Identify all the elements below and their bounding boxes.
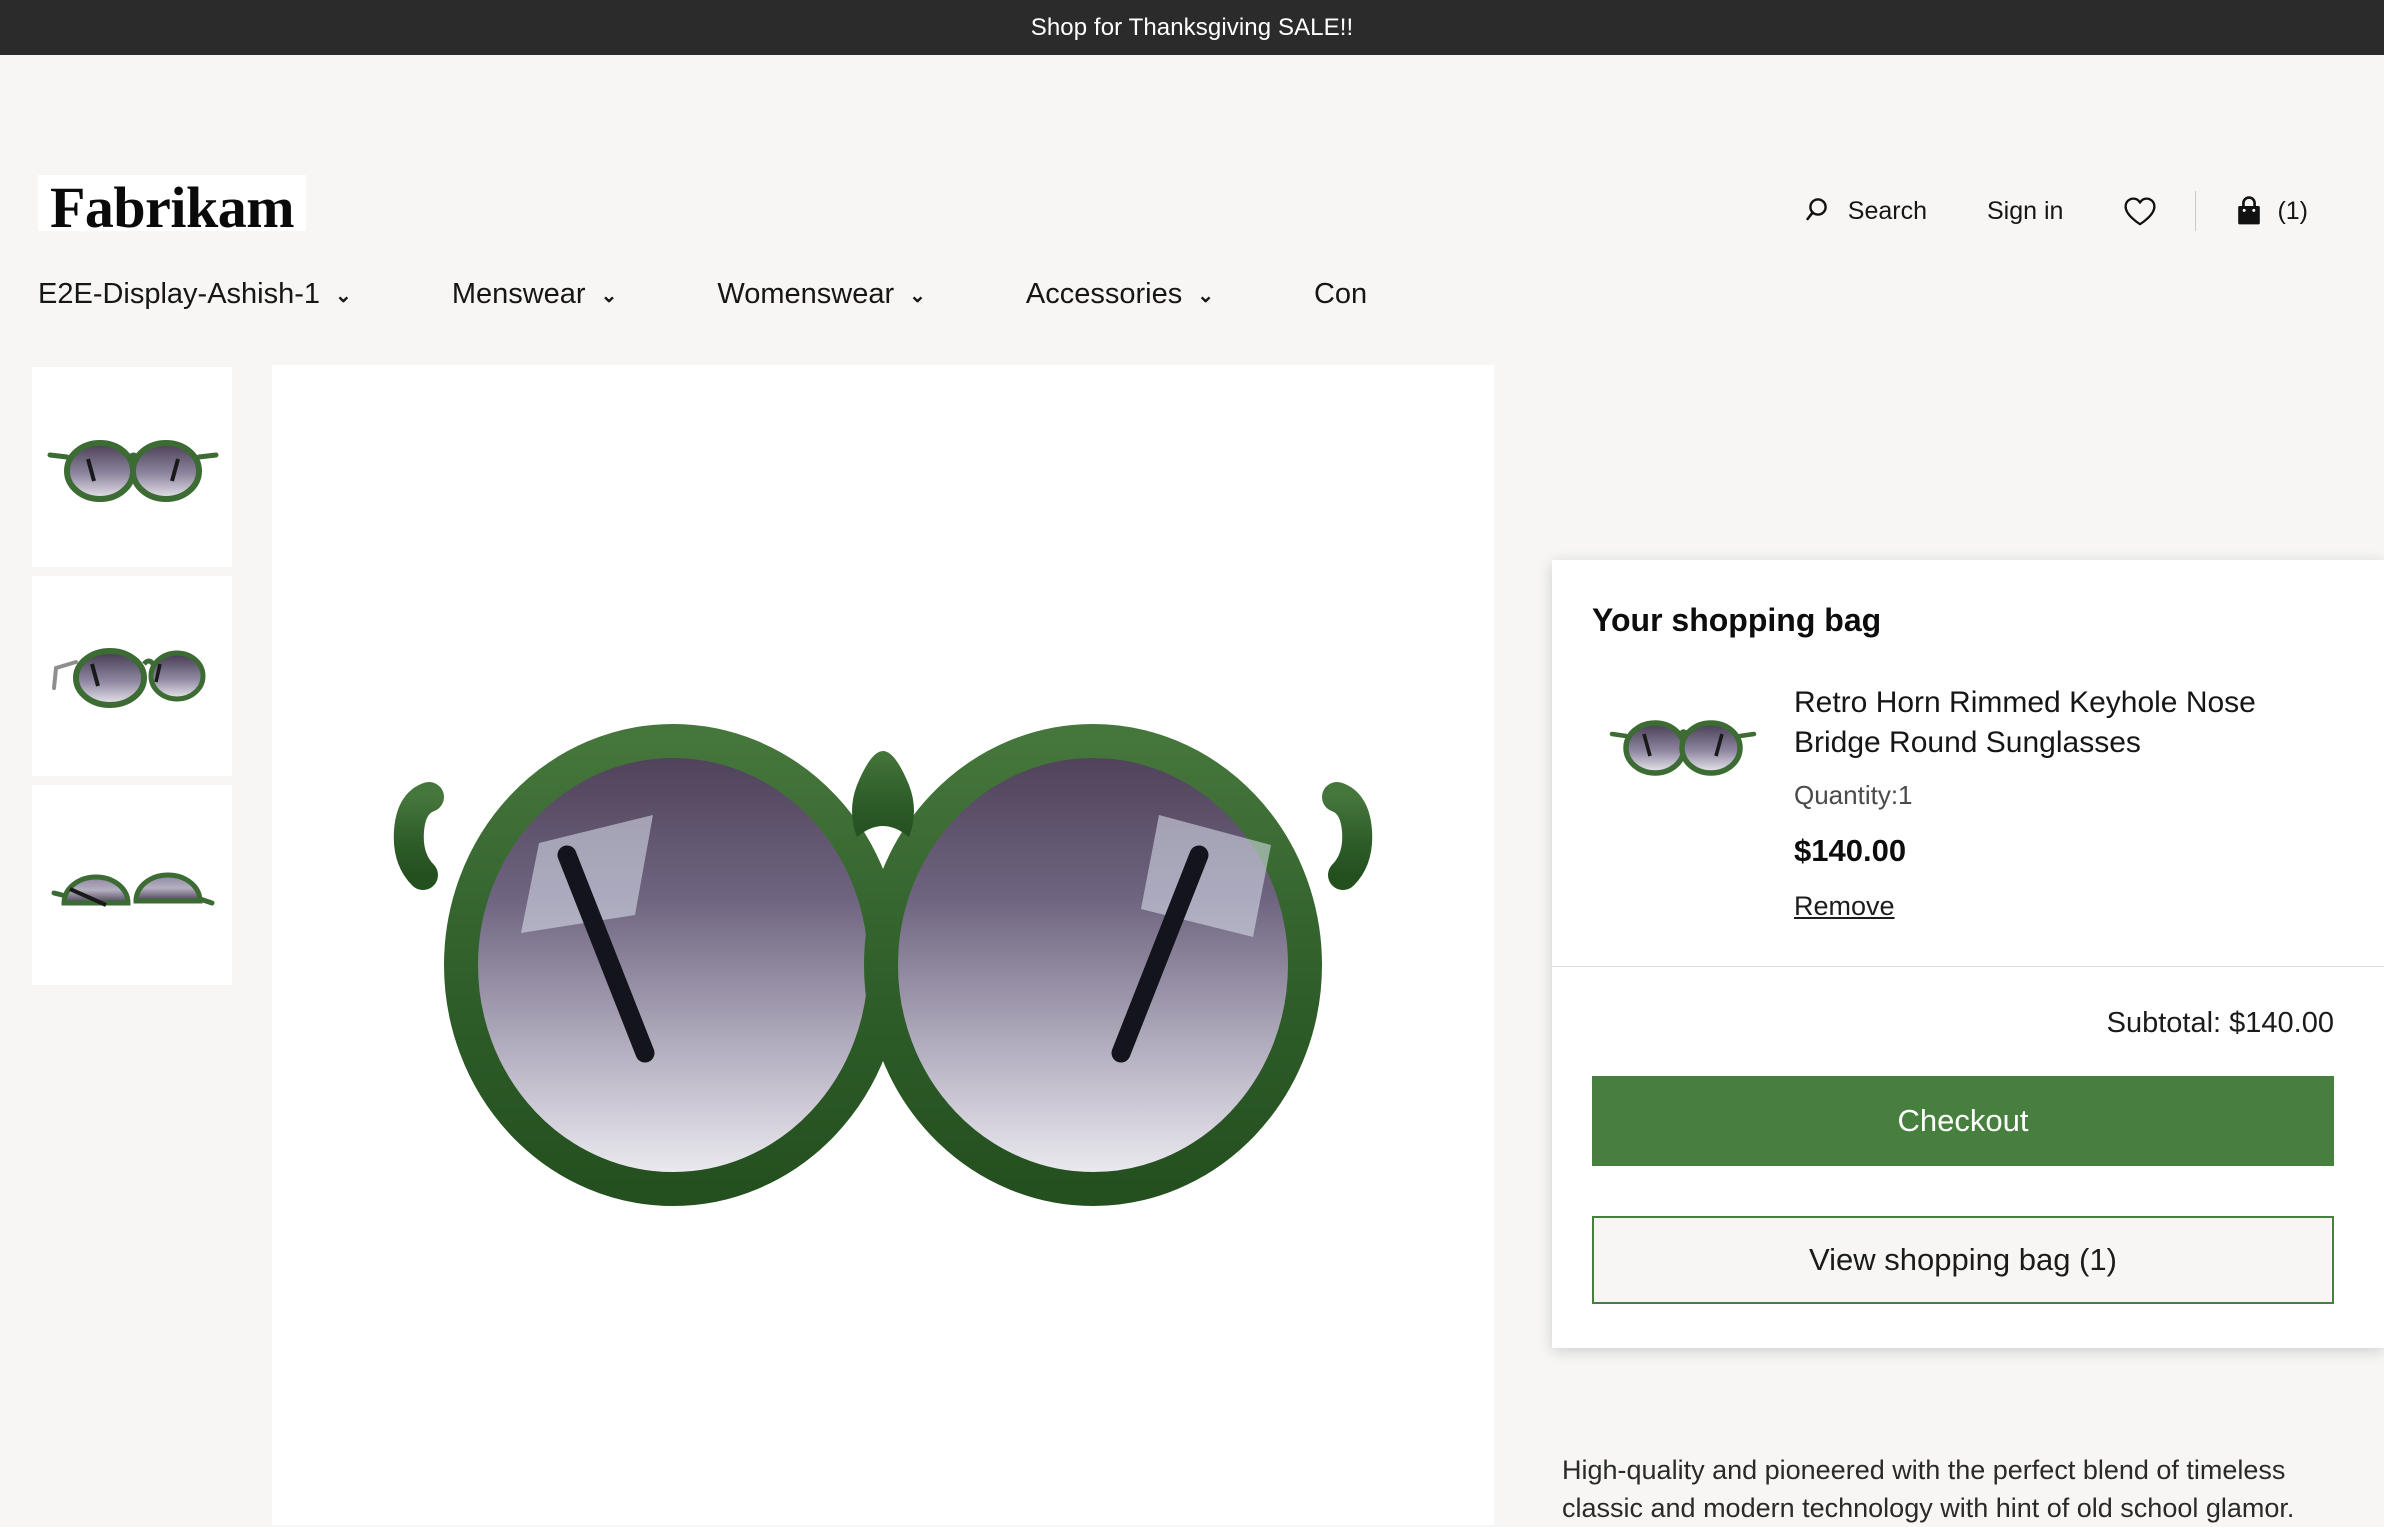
site-header: Fabrikam Search Sign in [0,55,2384,231]
checkout-button[interactable]: Checkout [1592,1076,2334,1166]
shopping-bag-count: (1) [2277,197,2308,226]
nav-item-label: Accessories [1026,278,1182,311]
shopping-bag-flyout: Your shopping bag [1552,560,2384,1348]
nav-item-label: Womenswear [717,278,894,311]
bag-item-thumbnail[interactable] [1592,679,1772,809]
nav-item-label: E2E-Display-Ashish-1 [38,278,320,311]
shopping-bag-icon [2234,195,2264,227]
header-divider [2195,191,2196,231]
bag-item-name[interactable]: Retro Horn Rimmed Keyhole Nose Bridge Ro… [1794,683,2314,762]
chevron-down-icon: ⌄ [335,286,352,306]
sunglasses-folded-icon [44,837,220,933]
search-button[interactable]: Search [1775,196,1957,226]
sunglasses-front-icon [1607,702,1757,786]
chevron-down-icon: ⌄ [1197,286,1214,306]
promo-banner-text: Shop for Thanksgiving SALE!! [1031,14,1354,42]
nav-item-menswear[interactable]: Menswear ⌄ [452,278,718,311]
bag-item-remove-link[interactable]: Remove [1794,891,1895,922]
main-navigation: E2E-Display-Ashish-1 ⌄ Menswear ⌄ Womens… [0,231,2384,357]
product-hero-image[interactable] [272,365,1494,1525]
bag-item-price: $140.00 [1794,833,2334,869]
bag-item-details: Retro Horn Rimmed Keyhole Nose Bridge Ro… [1794,679,2334,922]
promo-banner: Shop for Thanksgiving SALE!! [0,0,2384,55]
sunglasses-hero-front-icon [353,665,1413,1225]
nav-item-label: Con [1314,278,1367,311]
product-page-main: High-quality and pioneered with the perf… [0,357,2384,1527]
shopping-bag-footer: Subtotal: $140.00 Checkout View shopping… [1552,967,2384,1348]
product-description: High-quality and pioneered with the perf… [1562,1451,2332,1527]
shopping-bag-subtotal: Subtotal: $140.00 [1592,1007,2334,1040]
thumbnail-sunglasses-angled-view[interactable] [32,576,232,776]
search-icon [1805,196,1835,226]
shopping-bag-body: Your shopping bag [1552,560,2384,966]
thumbnail-sunglasses-folded-view[interactable] [32,785,232,985]
chevron-down-icon: ⌄ [601,286,618,306]
sign-in-label: Sign in [1987,197,2063,226]
sunglasses-angled-icon [44,628,220,724]
chevron-down-icon: ⌄ [909,286,926,306]
search-label: Search [1848,197,1927,226]
nav-item-label: Menswear [452,278,586,311]
nav-item-accessories[interactable]: Accessories ⌄ [1026,278,1314,311]
nav-item-womenswear[interactable]: Womenswear ⌄ [717,278,1026,311]
shopping-bag-line-item: Retro Horn Rimmed Keyhole Nose Bridge Ro… [1592,679,2334,922]
shopping-bag-button[interactable]: (1) [2204,195,2338,227]
nav-item-e2e-display-ashish-1[interactable]: E2E-Display-Ashish-1 ⌄ [38,278,452,311]
nav-item-contact[interactable]: Con [1314,278,1467,311]
header-tools: Search Sign in (1) [1775,191,2338,231]
view-shopping-bag-button[interactable]: View shopping bag (1) [1592,1216,2334,1304]
bag-item-quantity: Quantity:1 [1794,780,2334,811]
product-thumbnail-list [32,367,232,994]
heart-icon [2123,196,2157,227]
sunglasses-front-icon [44,419,220,515]
shopping-bag-title: Your shopping bag [1592,602,2334,639]
sign-in-button[interactable]: Sign in [1957,197,2093,226]
wishlist-button[interactable] [2093,196,2187,227]
thumbnail-sunglasses-front-view[interactable] [32,367,232,567]
